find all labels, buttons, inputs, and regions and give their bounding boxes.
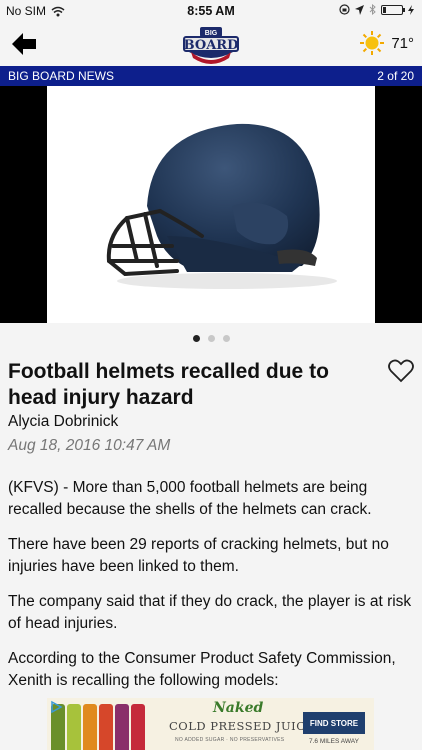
- pager-dot[interactable]: [192, 334, 200, 342]
- article-image-gallery[interactable]: [0, 86, 422, 323]
- ad-bottles: [51, 704, 145, 750]
- ad-title: COLD PRESSED JUICE: [169, 719, 315, 733]
- ad-brand: Naked: [213, 700, 264, 716]
- big-board-logo: BIG BOARD: [181, 22, 241, 66]
- juice-bottle: [115, 704, 129, 750]
- temperature-label: 71°: [391, 34, 414, 52]
- logo-small-text: BIG: [205, 30, 218, 37]
- gallery-pager: [0, 323, 422, 353]
- status-right: [339, 4, 414, 15]
- back-button[interactable]: [10, 31, 38, 57]
- ad-distance: 7.6 MILES AWAY: [309, 738, 359, 745]
- ad-creative[interactable]: Naked COLD PRESSED JUICE NO ADDED SUGAR …: [47, 698, 374, 750]
- nav-bar: BIG BOARD 71°: [0, 22, 422, 66]
- bluetooth-icon: [369, 4, 376, 15]
- rotation-lock-icon: [339, 4, 350, 15]
- adchoices-icon[interactable]: [49, 700, 63, 714]
- pager-dot[interactable]: [222, 334, 230, 342]
- article-body: (KFVS) - More than 5,000 football helmet…: [8, 477, 412, 698]
- pager-dot[interactable]: [207, 334, 215, 342]
- page-count: 2 of 20: [377, 69, 414, 83]
- article-author: Alycia Dobrinick: [8, 413, 119, 430]
- juice-bottle: [67, 704, 81, 750]
- logo-text: BOARD: [184, 38, 239, 53]
- article-paragraph: According to the Consumer Product Safety…: [8, 650, 396, 689]
- back-arrow-icon: [12, 33, 36, 55]
- weather-widget[interactable]: 71°: [359, 30, 414, 56]
- find-store-button[interactable]: FIND STORE: [303, 712, 365, 734]
- ad-banner: Naked COLD PRESSED JUICE NO ADDED SUGAR …: [0, 698, 422, 750]
- article-content: Football helmets recalled due to head in…: [0, 353, 422, 698]
- article-date: Aug 18, 2016 10:47 AM: [8, 437, 171, 454]
- section-header: BIG BOARD NEWS 2 of 20: [0, 66, 422, 86]
- sun-icon: [360, 31, 385, 55]
- charging-icon: [408, 4, 414, 15]
- juice-bottle: [83, 704, 97, 750]
- status-bar: No SIM 8:55 AM: [0, 0, 422, 22]
- favorite-button[interactable]: [388, 359, 414, 383]
- juice-bottle: [131, 704, 145, 750]
- battery-icon: [381, 4, 405, 15]
- article-paragraph: There have been 29 reports of cracking h…: [8, 536, 389, 575]
- helmet-image: [47, 86, 375, 323]
- heart-icon: [388, 359, 414, 383]
- article-paragraph: The company said that if they do crack, …: [8, 593, 412, 632]
- juice-bottle: [99, 704, 113, 750]
- ad-subtitle: NO ADDED SUGAR · NO PRESERVATIVES: [175, 737, 285, 743]
- section-title: BIG BOARD NEWS: [8, 69, 115, 83]
- location-icon: [355, 4, 364, 15]
- article-paragraph: (KFVS) - More than 5,000 football helmet…: [8, 479, 372, 518]
- article-headline: Football helmets recalled due to head in…: [8, 360, 329, 409]
